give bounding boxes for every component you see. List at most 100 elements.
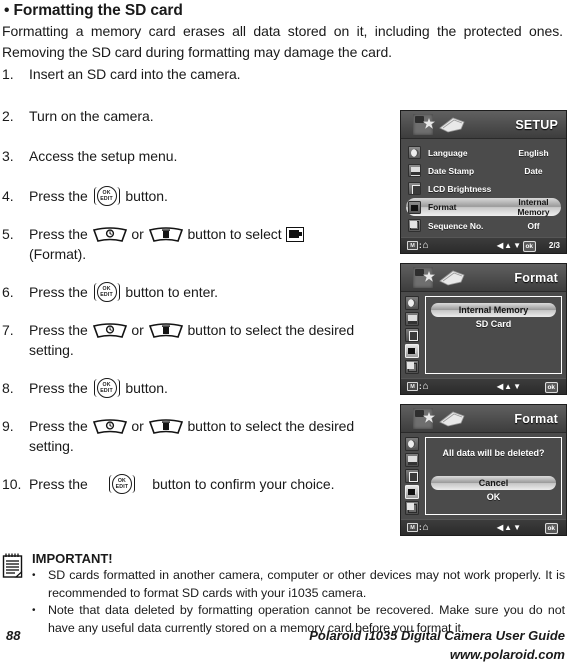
page-indicator: 2/3: [548, 241, 560, 250]
notepad-icon: [2, 551, 32, 637]
step-2: 2. Turn on the camera.: [2, 106, 400, 126]
ok-key-icon: ok: [544, 523, 558, 534]
ok-edit-button-icon: OK EDIT: [108, 474, 135, 494]
page-footer: 88 Polaroid i1035 Digital Camera User Gu…: [0, 628, 567, 666]
step-text-pre: Press the: [29, 322, 88, 338]
step-5: 5. Press the or button to select (Format…: [2, 224, 400, 264]
setup-row-format[interactable]: Format Internal Memory: [406, 197, 561, 217]
camera-screenshots-column: SETUP Language English Date Stamp Date L…: [400, 106, 567, 545]
menu-key-icon: M: [407, 382, 418, 391]
setup-list: Language English Date Stamp Date LCD Bri…: [401, 139, 566, 237]
row-label: Format: [428, 202, 457, 212]
camera-settings-icon: [413, 114, 433, 135]
setup-icon-rail: [405, 296, 420, 374]
step-text: Turn on the camera.: [29, 108, 154, 124]
step-text: Press the or button to sel: [29, 224, 400, 264]
step-number: 6.: [2, 284, 14, 300]
step-number: 9.: [2, 418, 14, 434]
ok-key-icon: ok: [544, 382, 558, 393]
date-stamp-icon: [408, 164, 421, 177]
screen-footer: M : ⌂ ◀▲▼ ok: [401, 519, 566, 535]
step-text: Press the OK EDIT button to confirm your …: [29, 474, 400, 494]
delete-button-icon: [148, 227, 183, 244]
setup-row-language[interactable]: Language English: [406, 144, 561, 161]
step-1: 1. Insert an SD card into the camera.: [2, 64, 400, 84]
format-confirm-body: All data will be deleted? Cancel OK: [401, 433, 566, 519]
row-label: Language: [428, 147, 468, 158]
date-stamp-icon[interactable]: [405, 312, 419, 326]
home-icon: ⌂: [422, 239, 429, 251]
option-sd-card[interactable]: SD Card: [431, 317, 556, 331]
screen-title: SETUP: [515, 117, 558, 132]
footer-colon: :: [419, 382, 422, 391]
camera-screen-setup: SETUP Language English Date Stamp Date L…: [400, 110, 567, 254]
row-value: Internal Memory: [517, 197, 550, 217]
setup-icon-rail: [405, 437, 420, 515]
globe-icon[interactable]: [405, 296, 419, 310]
lcd-brightness-icon[interactable]: [405, 328, 419, 342]
footer-colon: :: [419, 241, 422, 250]
page-number: 88: [6, 628, 21, 643]
setup-row-date-stamp[interactable]: Date Stamp Date: [406, 162, 561, 179]
row-value: Date: [524, 165, 543, 176]
format-icon[interactable]: [405, 485, 419, 499]
delete-button-icon: [148, 419, 183, 436]
setup-row-sequence-no[interactable]: Sequence No. Off: [406, 217, 561, 234]
ok-edit-button-icon: OK EDIT: [93, 378, 120, 398]
website-url: www.polaroid.com: [449, 647, 565, 662]
camera-screen-format-confirm: Format All data will be deleted? Cancel …: [400, 404, 567, 536]
header-icon-group: [413, 267, 467, 288]
row-label: Sequence No.: [428, 220, 484, 231]
direction-arrows-icon: ◀▲▼: [497, 382, 522, 391]
step-number: 10.: [2, 476, 22, 492]
step-8: 8. Press the OK EDIT button.: [2, 378, 400, 398]
option-ok[interactable]: OK: [431, 490, 556, 504]
screen-footer: M : ⌂ ◀▲▼ ok 2/3: [401, 237, 566, 253]
camera-screen-format-select: Format Internal Memory SD Card M: ⌂ ◀▲▼…: [400, 263, 567, 395]
step-text: Press the OK EDIT button.: [29, 186, 400, 206]
sequence-no-icon[interactable]: [405, 360, 419, 374]
guide-title: Polaroid i1035 Digital Camera User Guide: [309, 628, 565, 643]
important-body: IMPORTANT! • SD cards formatted in anoth…: [32, 551, 565, 637]
bullet-marker: •: [32, 570, 36, 581]
screen-header: Format: [401, 264, 566, 292]
step-text: Access the setup menu.: [29, 148, 178, 164]
step-text-pre: Press the: [29, 418, 88, 434]
step-text: Press the OK EDIT button.: [29, 378, 400, 398]
option-cancel[interactable]: Cancel: [431, 476, 556, 490]
step-text-mid: or: [131, 322, 144, 338]
format-icon[interactable]: [405, 344, 419, 358]
step-text-pre: Press the: [29, 226, 88, 242]
lcd-brightness-icon[interactable]: [405, 469, 419, 483]
step-text-post: button.: [125, 380, 168, 396]
camera-settings-icon: [413, 267, 433, 288]
step-text-post: button to select: [187, 226, 282, 242]
step-9: 9. Press the or button to select the des…: [2, 416, 400, 456]
globe-icon: [408, 146, 421, 159]
sequence-no-icon[interactable]: [405, 501, 419, 515]
setup-row-lcd-brightness[interactable]: LCD Brightness: [406, 180, 561, 197]
edit-label: EDIT: [100, 196, 113, 202]
lcd-brightness-icon: [408, 182, 421, 195]
option-internal-memory[interactable]: Internal Memory: [431, 303, 556, 317]
intro-paragraph: Formatting a memory card erases all data…: [2, 23, 563, 60]
step-number: 5.: [2, 226, 14, 242]
direction-arrows-icon: ◀▲▼: [497, 523, 522, 532]
format-menu-icon: [286, 227, 305, 242]
step-text-post2: (Format).: [29, 246, 87, 262]
screen-footer: M : ⌂ ◀▲▼ ok: [401, 378, 566, 394]
step-text-pre: Press the: [29, 284, 88, 300]
step-text-mid: or: [131, 226, 144, 242]
date-stamp-icon[interactable]: [405, 453, 419, 467]
footer-colon: :: [419, 523, 422, 532]
camera-settings-icon: [413, 408, 433, 429]
step-text-pre: Press the: [29, 380, 88, 396]
step-number: 3.: [2, 148, 14, 164]
row-value: English: [518, 147, 549, 158]
step-text-mid: or: [131, 418, 144, 434]
step-text-pre: Press the: [29, 188, 88, 204]
self-timer-button-icon: [92, 323, 127, 340]
globe-icon[interactable]: [405, 437, 419, 451]
content-columns: 2. Turn on the camera. 3. Access the set…: [0, 106, 567, 545]
confirm-dialog-panel: All data will be deleted? Cancel OK: [425, 437, 562, 515]
